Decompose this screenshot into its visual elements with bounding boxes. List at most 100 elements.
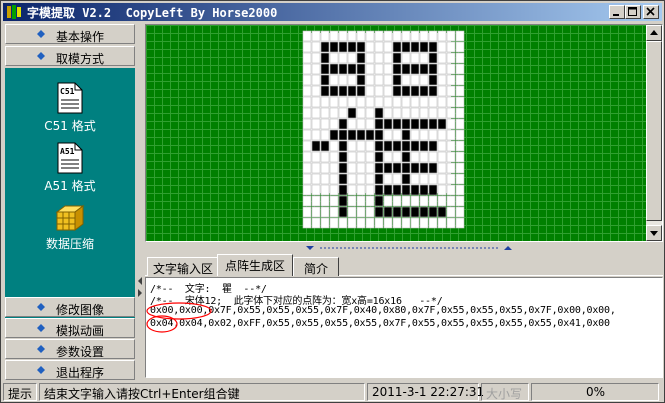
pixel-off[interactable] <box>455 195 465 207</box>
pixel-off[interactable] <box>347 52 357 64</box>
pixel-on[interactable] <box>392 162 402 174</box>
pixel-on[interactable] <box>383 140 393 152</box>
pixel-off[interactable] <box>374 41 384 53</box>
pixel-off[interactable] <box>302 52 312 64</box>
pixel-on[interactable] <box>320 74 330 86</box>
sidebar-item-simulate-animation[interactable]: 模拟动画 <box>5 318 135 338</box>
pixel-off[interactable] <box>410 96 420 108</box>
pixel-off[interactable] <box>401 30 411 42</box>
pixel-off[interactable] <box>302 96 312 108</box>
pixel-off[interactable] <box>383 151 393 163</box>
pixel-off[interactable] <box>428 96 438 108</box>
pixel-off[interactable] <box>446 129 456 141</box>
pixel-on[interactable] <box>320 85 330 97</box>
pixel-on[interactable] <box>410 162 420 174</box>
maximize-button[interactable] <box>625 5 641 19</box>
pixel-on[interactable] <box>428 162 438 174</box>
pixel-on[interactable] <box>428 63 438 75</box>
pixel-off[interactable] <box>401 52 411 64</box>
pixel-off[interactable] <box>311 217 321 229</box>
pixel-off[interactable] <box>446 195 456 207</box>
pixel-off[interactable] <box>392 30 402 42</box>
pixel-on[interactable] <box>356 85 366 97</box>
pixel-on[interactable] <box>347 41 357 53</box>
pixel-off[interactable] <box>356 107 366 119</box>
pixel-off[interactable] <box>365 107 375 119</box>
pixel-on[interactable] <box>401 184 411 196</box>
pixel-off[interactable] <box>311 52 321 64</box>
pixel-on[interactable] <box>338 140 348 152</box>
pixel-off[interactable] <box>347 195 357 207</box>
pixel-on[interactable] <box>401 162 411 174</box>
pixel-off[interactable] <box>302 162 312 174</box>
pixel-on[interactable] <box>419 118 429 130</box>
pixel-on[interactable] <box>329 129 339 141</box>
pixel-off[interactable] <box>374 96 384 108</box>
scroll-up-button[interactable] <box>646 25 662 41</box>
pixel-on[interactable] <box>365 129 375 141</box>
pixel-on[interactable] <box>410 118 420 130</box>
pixel-off[interactable] <box>410 30 420 42</box>
pixel-off[interactable] <box>311 206 321 218</box>
pixel-on[interactable] <box>347 107 357 119</box>
pixel-off[interactable] <box>338 74 348 86</box>
pixel-on[interactable] <box>437 118 447 130</box>
pixel-off[interactable] <box>365 184 375 196</box>
pixel-off[interactable] <box>347 162 357 174</box>
pixel-off[interactable] <box>374 52 384 64</box>
tool-data-compress[interactable]: 数据压缩 <box>5 204 135 252</box>
pixel-off[interactable] <box>437 162 447 174</box>
pixel-on[interactable] <box>320 52 330 64</box>
pixel-off[interactable] <box>329 30 339 42</box>
pixel-off[interactable] <box>329 107 339 119</box>
pixel-off[interactable] <box>455 74 465 86</box>
code-output-textarea[interactable]: /*-- 文字: 瞿 --*/ /*-- 宋体12; 此字体下对应的点阵为：宽x… <box>145 277 663 378</box>
pixel-on[interactable] <box>383 118 393 130</box>
pixel-off[interactable] <box>320 118 330 130</box>
pixel-on[interactable] <box>419 162 429 174</box>
pixel-off[interactable] <box>383 129 393 141</box>
pixel-off[interactable] <box>437 41 447 53</box>
pixel-on[interactable] <box>392 140 402 152</box>
pixel-off[interactable] <box>410 151 420 163</box>
pixel-off[interactable] <box>419 107 429 119</box>
pixel-off[interactable] <box>365 118 375 130</box>
pixel-off[interactable] <box>320 195 330 207</box>
pixel-off[interactable] <box>419 195 429 207</box>
pixel-off[interactable] <box>446 217 456 229</box>
pixel-off[interactable] <box>302 140 312 152</box>
pixel-off[interactable] <box>320 30 330 42</box>
sidebar-item-edit-image[interactable]: 修改图像 <box>5 297 135 317</box>
pixel-off[interactable] <box>437 85 447 97</box>
pixel-off[interactable] <box>356 195 366 207</box>
pixel-off[interactable] <box>392 129 402 141</box>
pixel-off[interactable] <box>383 52 393 64</box>
pixel-off[interactable] <box>392 195 402 207</box>
pixel-off[interactable] <box>347 96 357 108</box>
pixel-off[interactable] <box>446 52 456 64</box>
pixel-off[interactable] <box>428 217 438 229</box>
pixel-off[interactable] <box>446 184 456 196</box>
pixel-off[interactable] <box>365 140 375 152</box>
pixel-off[interactable] <box>365 63 375 75</box>
pixel-off[interactable] <box>347 118 357 130</box>
pixel-on[interactable] <box>392 184 402 196</box>
pixel-on[interactable] <box>329 85 339 97</box>
pixel-off[interactable] <box>392 107 402 119</box>
pixel-off[interactable] <box>320 129 330 141</box>
pixel-grid-view[interactable] <box>145 24 663 242</box>
pixel-off[interactable] <box>311 96 321 108</box>
pixel-off[interactable] <box>392 151 402 163</box>
pixel-off[interactable] <box>437 96 447 108</box>
pixel-off[interactable] <box>338 52 348 64</box>
pixel-on[interactable] <box>392 63 402 75</box>
sidebar-item-exit[interactable]: 退出程序 <box>5 360 135 380</box>
pixel-off[interactable] <box>428 129 438 141</box>
pixel-off[interactable] <box>455 217 465 229</box>
pixel-off[interactable] <box>347 151 357 163</box>
pixel-off[interactable] <box>311 173 321 185</box>
pixel-off[interactable] <box>455 206 465 218</box>
pixel-on[interactable] <box>410 184 420 196</box>
pixel-off[interactable] <box>311 151 321 163</box>
pixel-off[interactable] <box>446 30 456 42</box>
